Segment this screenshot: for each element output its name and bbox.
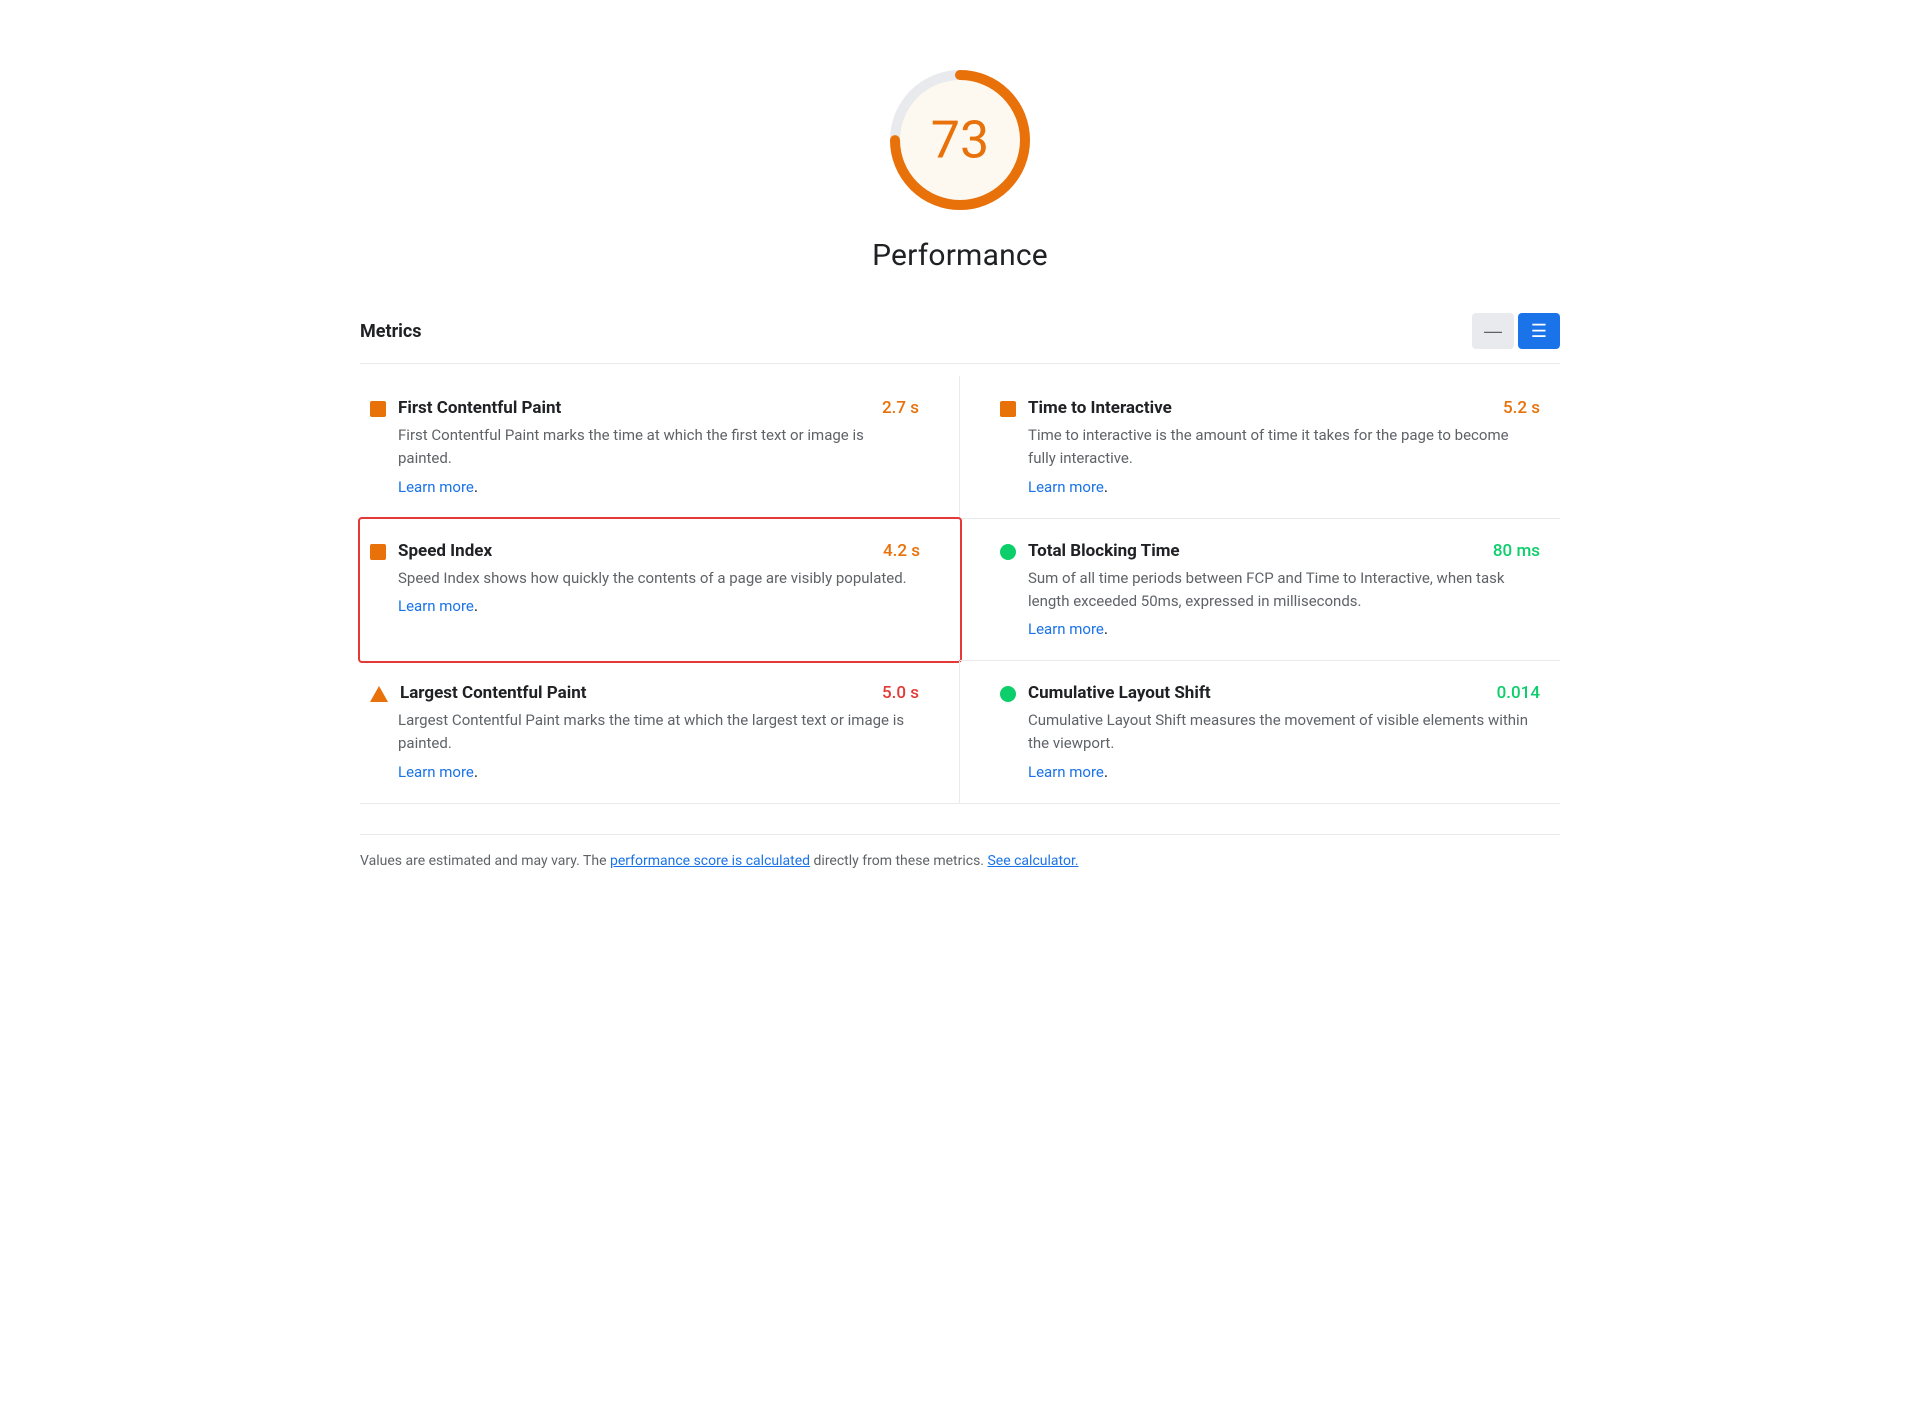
- metric-name-fcp: First Contentful Paint: [398, 398, 561, 418]
- metric-header: Speed Index 4.2 s: [370, 541, 920, 561]
- metric-value-tti: 5.2 s: [1503, 398, 1540, 418]
- toggle-list-btn[interactable]: —: [1472, 313, 1514, 349]
- metric-name-cls: Cumulative Layout Shift: [1028, 683, 1211, 703]
- toggle-detail-btn[interactable]: ☰: [1518, 313, 1560, 349]
- metric-name-lcp: Largest Contentful Paint: [400, 683, 587, 703]
- metric-header: Largest Contentful Paint 5.0 s: [370, 683, 919, 703]
- metric-header: Time to Interactive 5.2 s: [1000, 398, 1540, 418]
- footer-text-before: Values are estimated and may vary. The: [360, 853, 610, 869]
- metric-name-row: First Contentful Paint: [370, 398, 561, 418]
- metric-item-cls: Cumulative Layout Shift 0.014 Cumulative…: [960, 661, 1560, 804]
- metric-name-tbt: Total Blocking Time: [1028, 541, 1180, 561]
- view-toggle: — ☰: [1472, 313, 1560, 349]
- list-icon: —: [1484, 321, 1502, 342]
- metric-desc-si: Speed Index shows how quickly the conten…: [398, 567, 920, 590]
- metric-desc-cls: Cumulative Layout Shift measures the mov…: [1028, 709, 1540, 756]
- metric-value-cls: 0.014: [1497, 683, 1540, 703]
- metric-desc-tbt: Sum of all time periods between FCP and …: [1028, 567, 1540, 614]
- detail-icon: ☰: [1531, 321, 1547, 342]
- learn-more-fcp[interactable]: Learn more: [398, 478, 474, 496]
- footer-link-see-calculator[interactable]: See calculator.: [987, 853, 1078, 869]
- metrics-grid: First Contentful Paint 2.7 s First Conte…: [360, 376, 1560, 804]
- metric-item-fcp: First Contentful Paint 2.7 s First Conte…: [360, 376, 960, 519]
- metrics-section: Metrics — ☰ First Contentful Paint 2.7 s…: [360, 313, 1560, 804]
- metric-value-si: 4.2 s: [883, 541, 920, 561]
- score-circle: 73: [880, 60, 1040, 220]
- score-title: Performance: [872, 238, 1048, 273]
- metric-name-row: Time to Interactive: [1000, 398, 1172, 418]
- metric-item-tbt: Total Blocking Time 80 ms Sum of all tim…: [960, 519, 1560, 662]
- learn-more-tbt[interactable]: Learn more: [1028, 620, 1104, 638]
- metric-name-tti: Time to Interactive: [1028, 398, 1172, 418]
- metric-header: Cumulative Layout Shift 0.014: [1000, 683, 1540, 703]
- metric-name-si: Speed Index: [398, 541, 492, 561]
- learn-more-lcp[interactable]: Learn more: [398, 763, 474, 781]
- green-circle-icon: [1000, 686, 1016, 702]
- metric-desc-fcp: First Contentful Paint marks the time at…: [398, 424, 919, 471]
- orange-square-icon: [370, 401, 386, 417]
- metric-name-row: Total Blocking Time: [1000, 541, 1180, 561]
- metric-value-tbt: 80 ms: [1493, 541, 1540, 561]
- footer-link-calculator[interactable]: performance score is calculated: [610, 853, 810, 869]
- metric-header: Total Blocking Time 80 ms: [1000, 541, 1540, 561]
- metric-item-si: Speed Index 4.2 s Speed Index shows how …: [358, 517, 962, 664]
- metric-item-tti: Time to Interactive 5.2 s Time to intera…: [960, 376, 1560, 519]
- metric-header: First Contentful Paint 2.7 s: [370, 398, 919, 418]
- learn-more-si[interactable]: Learn more: [398, 597, 474, 615]
- metric-name-row: Cumulative Layout Shift: [1000, 683, 1211, 703]
- metric-item-lcp: Largest Contentful Paint 5.0 s Largest C…: [360, 661, 960, 804]
- footer-text-middle: directly from these metrics.: [810, 853, 987, 869]
- orange-square-icon: [1000, 401, 1016, 417]
- metric-name-row: Speed Index: [370, 541, 492, 561]
- orange-square-icon: [370, 544, 386, 560]
- footer: Values are estimated and may vary. The p…: [360, 834, 1560, 869]
- score-number: 73: [931, 110, 989, 171]
- metric-value-lcp: 5.0 s: [882, 683, 919, 703]
- metric-desc-lcp: Largest Contentful Paint marks the time …: [398, 709, 919, 756]
- metrics-header: Metrics — ☰: [360, 313, 1560, 364]
- green-circle-icon: [1000, 544, 1016, 560]
- orange-triangle-icon: [370, 686, 388, 702]
- metric-desc-tti: Time to interactive is the amount of tim…: [1028, 424, 1540, 471]
- metric-value-fcp: 2.7 s: [882, 398, 919, 418]
- learn-more-cls[interactable]: Learn more: [1028, 763, 1104, 781]
- metric-name-row: Largest Contentful Paint: [370, 683, 587, 703]
- score-section: 73 Performance: [360, 40, 1560, 273]
- metrics-title: Metrics: [360, 321, 422, 342]
- learn-more-tti[interactable]: Learn more: [1028, 478, 1104, 496]
